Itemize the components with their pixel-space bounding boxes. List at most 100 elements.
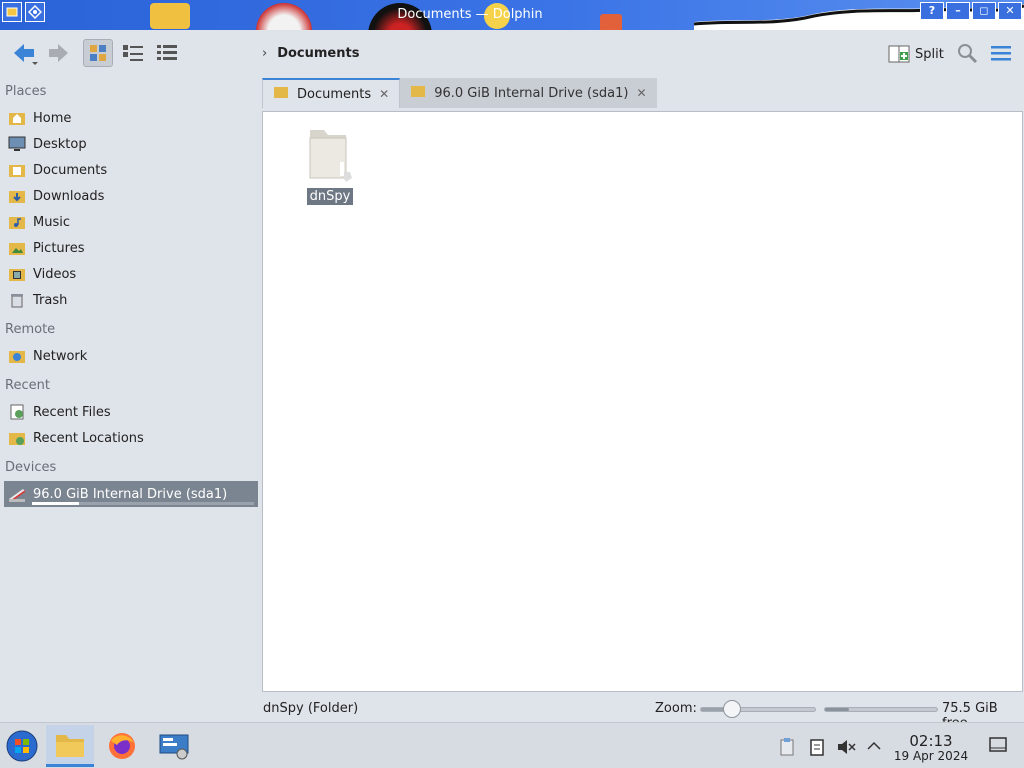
videos-folder-icon [7,264,27,284]
sidebar-item-label: 96.0 GiB Internal Drive (sda1) [33,486,228,502]
sidebar-item-label: Pictures [33,240,85,256]
sidebar-item-recent-files[interactable]: Recent Files [4,400,258,424]
compact-view-icon [123,45,143,61]
sidebar-item-pictures[interactable]: Pictures [4,236,258,260]
clock-date: 19 Apr 2024 [893,749,969,763]
devices-section-header: Devices [5,460,57,475]
music-folder-icon [7,212,27,232]
sidebar-item-documents[interactable]: Documents [4,158,258,182]
icons-view-icon [90,45,106,61]
show-desktop-icon [989,737,1007,752]
documents-folder-icon [7,160,27,180]
zoom-label: Zoom: [655,701,697,716]
places-panel: Places Home Desktop Documents Downloads … [0,76,260,722]
zoom-slider-handle[interactable] [723,700,742,718]
system-settings-icon [159,734,189,760]
icons-view-button[interactable] [83,39,113,67]
recent-section-header: Recent [5,378,50,393]
sidebar-item-label: Documents [33,162,108,178]
search-icon [958,44,978,64]
forward-button[interactable] [44,39,74,67]
folder-icon [273,84,289,104]
remote-section-header: Remote [5,322,56,337]
tab-documents[interactable]: Documents ✕ [262,78,401,108]
sidebar-item-downloads[interactable]: Downloads [4,184,258,208]
close-tab-icon[interactable]: ✕ [379,87,389,101]
back-button[interactable] [8,39,42,67]
status-bar: dnSpy (Folder) Zoom: 75.5 GiB free [0,697,1024,731]
folder-icon [410,83,426,103]
sidebar-item-trash[interactable]: Trash [4,288,258,312]
sidebar-item-label: Home [33,110,72,126]
clipboard-icon [780,738,794,756]
tab-internal-drive[interactable]: 96.0 GiB Internal Drive (sda1) ✕ [400,78,657,108]
sidebar-item-label: Network [33,348,88,364]
desktop-icon [7,134,27,154]
close-tab-icon[interactable]: ✕ [636,86,646,100]
split-label: Split [915,46,944,62]
tray-volume[interactable] [836,737,856,761]
close-button[interactable]: ✕ [998,2,1022,20]
split-view-icon [888,45,910,63]
window-title: Documents — Dolphin [397,7,543,22]
pictures-folder-icon [7,238,27,258]
taskbar-dolphin[interactable] [46,725,94,767]
sidebar-item-label: Downloads [33,188,105,204]
help-button[interactable]: ? [920,2,944,20]
drive-usage-bar [32,502,254,505]
maximize-button[interactable]: ◻ [972,2,996,20]
file-name: dnSpy [306,188,354,205]
tab-bar: Documents ✕ 96.0 GiB Internal Drive (sda… [262,78,657,108]
split-button[interactable]: Split [888,44,944,64]
taskbar-system-settings[interactable] [152,725,196,767]
hamburger-menu-button[interactable] [988,39,1014,67]
sidebar-item-label: Recent Files [33,404,111,420]
breadcrumb[interactable]: › Documents [262,46,359,61]
sidebar-item-label: Videos [33,266,77,282]
back-arrow-icon [14,44,38,65]
taskbar: 02:13 19 Apr 2024 [0,722,1024,768]
volume-muted-icon [838,740,856,754]
file-view[interactable]: dnSpy [262,111,1023,692]
firefox-icon [109,733,135,759]
places-section-header: Places [5,84,47,99]
sidebar-item-label: Music [33,214,70,230]
clock-time: 02:13 [909,732,953,750]
file-item-folder[interactable]: dnSpy [297,122,363,205]
sidebar-item-music[interactable]: Music [4,210,258,234]
sidebar-item-network[interactable]: Network [4,344,258,368]
zoom-slider[interactable] [700,707,816,712]
recent-locations-icon [7,428,27,448]
tray-notes[interactable] [808,737,826,761]
clock[interactable]: 02:13 19 Apr 2024 [890,733,972,763]
compact-view-button[interactable] [118,39,148,67]
sidebar-item-label: Trash [33,292,68,308]
breadcrumb-current[interactable]: Documents [277,46,359,61]
tab-label: 96.0 GiB Internal Drive (sda1) [434,85,629,101]
selection-status: dnSpy (Folder) [263,701,359,716]
show-desktop-button[interactable] [988,735,1008,759]
recent-files-icon [7,402,27,422]
downloads-folder-icon [7,186,27,206]
sidebar-item-desktop[interactable]: Desktop [4,132,258,156]
hamburger-menu-icon [991,46,1011,61]
sidebar-item-internal-drive[interactable]: 96.0 GiB Internal Drive (sda1) [4,481,258,507]
sidebar-item-label: Desktop [33,136,87,152]
start-menu-button[interactable] [2,725,42,767]
search-button[interactable] [954,39,980,67]
sidebar-item-videos[interactable]: Videos [4,262,258,286]
tray-expand-button[interactable] [866,737,882,759]
tray-clipboard[interactable] [778,737,796,761]
details-view-button[interactable] [152,39,182,67]
sidebar-item-home[interactable]: Home [4,106,258,130]
chevron-up-icon [867,741,881,750]
network-folder-icon [7,346,27,366]
file-manager-icon [56,734,84,757]
taskbar-firefox[interactable] [100,725,144,767]
minimize-button[interactable]: – [946,2,970,20]
window-titlebar[interactable]: Documents — Dolphin ? – ◻ ✕ [0,0,1024,30]
free-space-bar [824,707,938,712]
home-folder-icon [7,108,27,128]
sidebar-item-recent-locations[interactable]: Recent Locations [4,426,258,450]
notes-icon [810,739,824,756]
